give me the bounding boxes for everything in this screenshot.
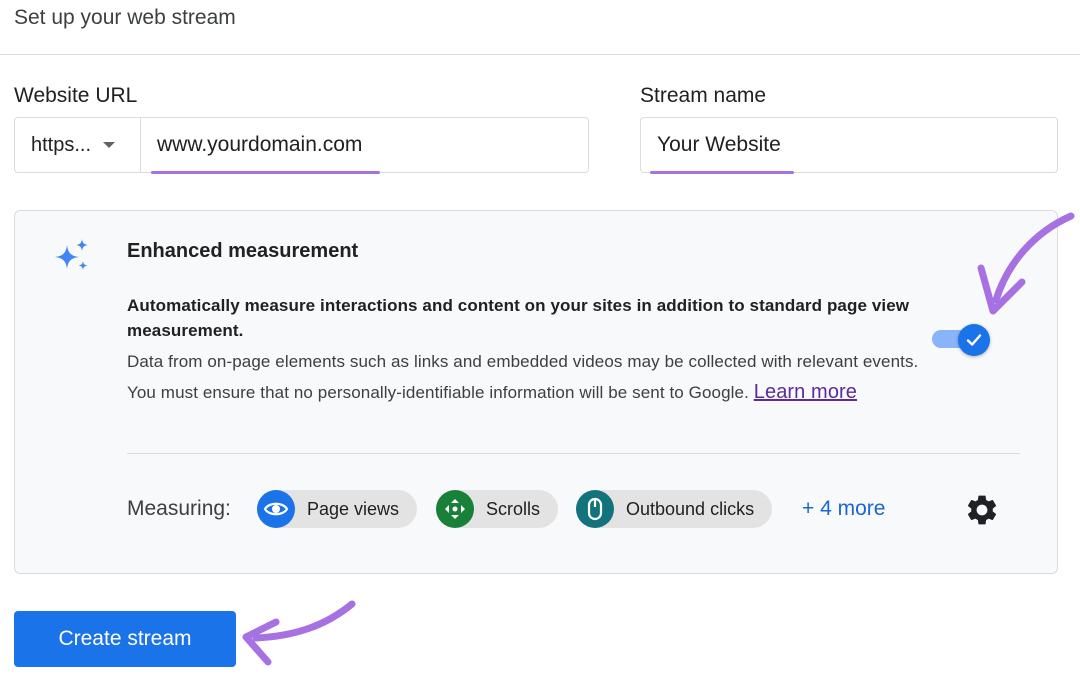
name-highlight-underline <box>650 171 794 174</box>
chip-outbound-clicks[interactable]: Outbound clicks <box>576 490 773 528</box>
mouse-icon <box>576 490 614 528</box>
eye-icon <box>257 490 295 528</box>
stream-name-input[interactable]: Your Website <box>640 117 1058 173</box>
url-highlight-underline <box>151 171 380 174</box>
enhanced-measurement-title: Enhanced measurement <box>127 240 359 262</box>
caret-down-icon <box>103 142 116 148</box>
create-stream-button[interactable]: Create stream <box>14 611 236 667</box>
protocol-value: https... <box>31 133 92 156</box>
website-url-label: Website URL <box>14 84 138 107</box>
website-url-group: https... www.yourdomain.com <box>14 117 589 173</box>
website-url-input[interactable]: www.yourdomain.com <box>141 118 588 172</box>
chip-label: Scrolls <box>486 498 541 519</box>
learn-more-link[interactable]: Learn more <box>754 381 857 403</box>
sparkle-icon <box>55 239 88 270</box>
arrow-create <box>242 600 356 666</box>
header-divider <box>0 54 1080 55</box>
chip-scrolls[interactable]: Scrolls <box>436 490 559 528</box>
toggle-knob <box>958 324 990 356</box>
card-divider <box>127 453 1020 454</box>
enhanced-measurement-description: Data from on-page elements such as links… <box>127 346 927 408</box>
stream-name-label: Stream name <box>640 84 767 107</box>
more-measurements-link[interactable]: + 4 more <box>802 497 885 521</box>
gear-icon[interactable] <box>964 492 1000 528</box>
protocol-select[interactable]: https... <box>15 118 141 172</box>
enhanced-measurement-summary: Automatically measure interactions and c… <box>127 296 910 340</box>
chip-label: Outbound clicks <box>626 498 755 519</box>
enhanced-measurement-toggle[interactable] <box>932 324 990 356</box>
check-icon <box>966 334 982 346</box>
page-title: Set up your web stream <box>14 6 236 29</box>
chip-label: Page views <box>307 498 400 519</box>
chip-page-views[interactable]: Page views <box>257 490 418 528</box>
measuring-label: Measuring: <box>127 497 231 520</box>
scroll-icon <box>436 490 474 528</box>
